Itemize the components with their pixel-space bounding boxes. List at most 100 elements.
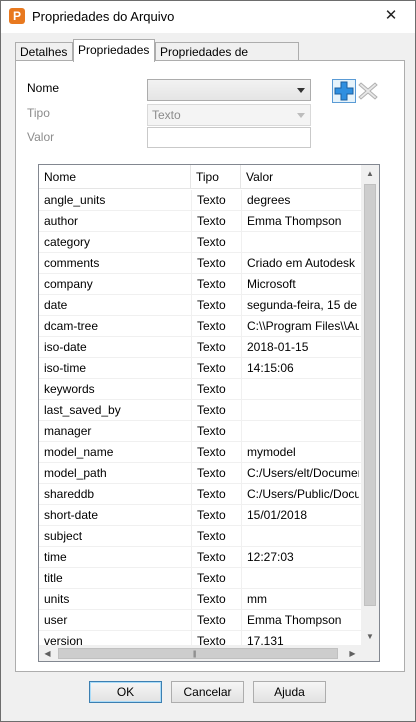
app-logo-icon: P xyxy=(9,8,25,24)
property-type-cell: Texto xyxy=(191,400,241,421)
table-row[interactable]: shareddb Texto C:/Users/Public/Docu xyxy=(39,484,361,505)
table-row[interactable]: iso-date Texto 2018-01-15 xyxy=(39,337,361,358)
table-row[interactable]: dcam-tree Texto C:\\Program Files\\Au xyxy=(39,316,361,337)
property-name-cell: last_saved_by xyxy=(44,403,121,417)
property-name-cell: subject xyxy=(44,529,83,543)
table-row[interactable]: angle_units Texto degrees xyxy=(39,190,361,211)
property-type-cell: Texto xyxy=(191,295,241,316)
property-value-cell: Emma Thompson xyxy=(241,610,359,631)
tipo-dropdown-value: Texto xyxy=(152,108,181,122)
tab-propriedades[interactable]: Propriedades xyxy=(73,39,155,62)
table-row[interactable]: company Texto Microsoft xyxy=(39,274,361,295)
table-row[interactable]: iso-time Texto 14:15:06 xyxy=(39,358,361,379)
property-type-cell: Texto xyxy=(191,211,241,232)
column-header-tipo[interactable]: Tipo xyxy=(191,165,241,188)
scroll-up-icon[interactable]: ▲ xyxy=(361,165,379,182)
properties-list[interactable]: Nome Tipo Valor angle_units Texto degrees a… xyxy=(38,164,380,662)
table-row[interactable]: comments Texto Criado em Autodesk P xyxy=(39,253,361,274)
horizontal-scrollbar[interactable]: ◀ ||| ▶ xyxy=(39,645,361,661)
property-type-cell: Texto xyxy=(191,379,241,400)
tab-propriedades-eletrodo[interactable]: Propriedades de Eletrodo xyxy=(155,42,299,77)
property-type-cell: Texto xyxy=(191,274,241,295)
property-type-cell: Texto xyxy=(191,358,241,379)
property-name-cell: iso-time xyxy=(44,361,87,375)
property-type-cell: Texto xyxy=(191,253,241,274)
property-type-cell: Texto xyxy=(191,631,241,645)
properties-panel: Nome Tipo Texto Valor Nome Tipo Valor an… xyxy=(15,60,405,672)
title-bar: P Propriedades do Arquivo ✕ xyxy=(1,1,415,33)
table-row[interactable]: subject Texto xyxy=(39,526,361,547)
column-header-valor[interactable]: Valor xyxy=(241,165,361,188)
property-type-cell: Texto xyxy=(191,526,241,547)
table-row[interactable]: model_name Texto mymodel xyxy=(39,442,361,463)
property-value-cell: Criado em Autodesk P xyxy=(241,253,359,274)
property-name-cell: angle_units xyxy=(44,193,106,207)
tab-strip: Detalhes Propriedades Propriedades de El… xyxy=(15,39,405,77)
property-name-cell: manager xyxy=(44,424,92,438)
property-type-cell: Texto xyxy=(191,232,241,253)
property-value-cell: C:/Users/elt/Documen xyxy=(241,463,359,484)
property-value-cell: degrees xyxy=(241,190,359,211)
help-button[interactable]: Ajuda xyxy=(253,681,326,703)
property-value-cell xyxy=(241,421,359,442)
table-row[interactable]: manager Texto xyxy=(39,421,361,442)
property-value-cell: mm xyxy=(241,589,359,610)
column-header-nome[interactable]: Nome xyxy=(39,165,191,188)
property-name-cell: date xyxy=(44,298,68,312)
horizontal-scroll-thumb[interactable]: ||| xyxy=(58,648,338,659)
property-type-cell: Texto xyxy=(191,463,241,484)
property-value-cell: Emma Thompson xyxy=(241,211,359,232)
property-name-cell: iso-date xyxy=(44,340,87,354)
property-type-cell: Texto xyxy=(191,190,241,211)
property-value-cell: 14:15:06 xyxy=(241,358,359,379)
tipo-label: Tipo xyxy=(27,106,50,120)
vertical-scrollbar[interactable]: ▲ ▼ xyxy=(361,165,379,645)
property-name-cell: short-date xyxy=(44,508,99,522)
table-row[interactable]: title Texto xyxy=(39,568,361,589)
property-name-cell: company xyxy=(44,277,93,291)
property-value-cell xyxy=(241,379,359,400)
property-type-cell: Texto xyxy=(191,316,241,337)
property-type-cell: Texto xyxy=(191,421,241,442)
table-row[interactable]: units Texto mm xyxy=(39,589,361,610)
property-value-cell: C:/Users/Public/Docu xyxy=(241,484,359,505)
valor-label: Valor xyxy=(27,130,55,144)
property-value-cell: 12:27:03 xyxy=(241,547,359,568)
nome-dropdown[interactable] xyxy=(147,79,311,101)
table-row[interactable]: version Texto 17.131 xyxy=(39,631,361,645)
property-type-cell: Texto xyxy=(191,337,241,358)
table-row[interactable]: user Texto Emma Thompson xyxy=(39,610,361,631)
property-name-cell: user xyxy=(44,613,68,627)
table-row[interactable]: keywords Texto xyxy=(39,379,361,400)
close-button[interactable]: ✕ xyxy=(377,4,405,28)
scroll-down-icon[interactable]: ▼ xyxy=(361,628,379,645)
tab-detalhes[interactable]: Detalhes xyxy=(15,42,73,62)
property-value-cell xyxy=(241,400,359,421)
table-row[interactable]: category Texto xyxy=(39,232,361,253)
property-value-cell xyxy=(241,568,359,589)
ok-button[interactable]: OK xyxy=(89,681,162,703)
tipo-dropdown: Texto xyxy=(147,104,311,126)
table-row[interactable]: author Texto Emma Thompson xyxy=(39,211,361,232)
table-row[interactable]: last_saved_by Texto xyxy=(39,400,361,421)
table-row[interactable]: date Texto segunda-feira, 15 de ja xyxy=(39,295,361,316)
vertical-scroll-thumb[interactable] xyxy=(364,184,376,606)
cancel-button[interactable]: Cancelar xyxy=(171,681,244,703)
table-row[interactable]: short-date Texto 15/01/2018 xyxy=(39,505,361,526)
table-row[interactable]: time Texto 12:27:03 xyxy=(39,547,361,568)
scroll-left-icon[interactable]: ◀ xyxy=(39,645,56,661)
property-name-cell: model_name xyxy=(44,445,114,459)
property-value-cell: C:\\Program Files\\Au xyxy=(241,316,359,337)
property-name-cell: comments xyxy=(44,256,100,270)
table-row[interactable]: model_path Texto C:/Users/elt/Documen xyxy=(39,463,361,484)
window-title: Propriedades do Arquivo xyxy=(32,9,175,24)
delete-property-button[interactable] xyxy=(356,79,380,103)
scroll-right-icon[interactable]: ▶ xyxy=(344,645,361,661)
valor-input[interactable] xyxy=(147,127,311,148)
add-property-button[interactable] xyxy=(332,79,356,103)
property-name-cell: author xyxy=(44,214,79,228)
property-name-cell: model_path xyxy=(44,466,107,480)
property-value-cell: segunda-feira, 15 de ja xyxy=(241,295,359,316)
file-properties-dialog: P Propriedades do Arquivo ✕ Detalhes Pro… xyxy=(0,0,416,722)
property-value-cell: 17.131 xyxy=(241,631,359,645)
